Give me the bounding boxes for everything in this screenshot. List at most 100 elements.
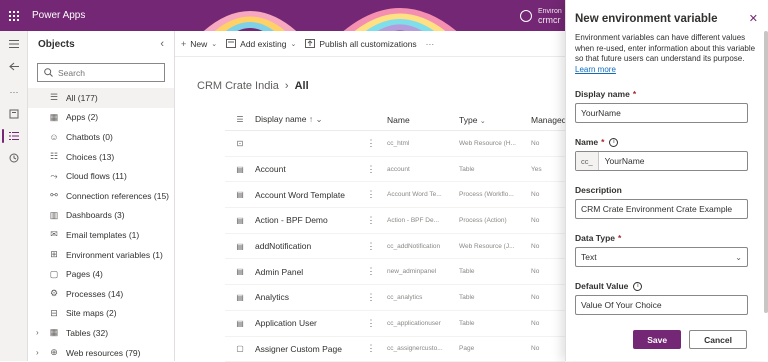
objects-list-item[interactable]: ☰All (177) bbox=[28, 88, 174, 108]
history-icon bbox=[9, 153, 19, 163]
objects-list-item[interactable]: ▦Apps (2) bbox=[28, 108, 174, 128]
objects-list: ☰All (177)▦Apps (2)☺Chatbots (0)☷Choices… bbox=[28, 88, 174, 362]
objects-title: Objects bbox=[38, 39, 75, 50]
breadcrumb-root[interactable]: CRM Crate India bbox=[197, 80, 279, 92]
add-existing-icon bbox=[226, 39, 236, 48]
row-more-icon[interactable]: ⋮ bbox=[355, 292, 387, 303]
back-button[interactable] bbox=[0, 55, 28, 77]
objects-list-item-label: Dashboards (3) bbox=[66, 210, 125, 220]
cancel-button[interactable]: Cancel bbox=[689, 330, 747, 349]
learn-more-link[interactable]: Learn more bbox=[575, 65, 616, 74]
row-more-icon[interactable]: ⋮ bbox=[355, 164, 387, 175]
cell-managed: No bbox=[531, 345, 561, 352]
cell-type: Process (Action) bbox=[459, 217, 531, 224]
table-header: ☰ Display name ↑ ⌄ Name Type ⌄ Managed bbox=[225, 109, 565, 131]
expand-chevron-icon[interactable]: › bbox=[36, 348, 46, 357]
table-row[interactable]: ▤Analytics⋮cc_analyticsTableNo bbox=[225, 285, 565, 311]
header-banner-art bbox=[190, 0, 510, 31]
collapse-pane-icon[interactable]: ‹ bbox=[160, 38, 164, 50]
objects-list-item[interactable]: ⚙Processes (14) bbox=[28, 284, 174, 304]
table-row[interactable]: ▤Account⋮accountTableYes bbox=[225, 157, 565, 183]
table-row[interactable]: ▢Assigner Custom Page⋮cc_assignercusto..… bbox=[225, 337, 565, 362]
col-name[interactable]: Name bbox=[387, 115, 459, 125]
table-row[interactable]: ▤Account Word Template⋮Account Word Te..… bbox=[225, 182, 565, 208]
display-name-field[interactable]: YourName bbox=[575, 103, 748, 123]
row-more-icon[interactable]: ⋮ bbox=[355, 343, 387, 354]
objects-list-item-label: Apps (2) bbox=[66, 112, 98, 122]
sitemap-icon: ⊟ bbox=[46, 308, 62, 319]
row-more-icon[interactable]: ⋮ bbox=[355, 215, 387, 226]
chatbot-icon: ☺ bbox=[46, 132, 62, 142]
panel-scrollbar[interactable] bbox=[764, 31, 768, 313]
rail-objects-button[interactable] bbox=[0, 125, 28, 147]
command-bar: + New ⌄ Add existing ⌄ Publish all custo… bbox=[175, 31, 565, 57]
col-display-name[interactable]: Display name ↑ ⌄ bbox=[255, 114, 355, 125]
objects-list-item[interactable]: ⤳Cloud flows (11) bbox=[28, 166, 174, 186]
close-icon[interactable]: ✕ bbox=[749, 12, 758, 25]
objects-list-item[interactable]: ›▦Tables (32) bbox=[28, 323, 174, 343]
cell-name: new_adminpanel bbox=[387, 268, 459, 275]
name-field[interactable]: cc_ YourName bbox=[575, 151, 748, 171]
more-commands-button[interactable]: ··· bbox=[426, 39, 435, 49]
info-icon[interactable]: i bbox=[633, 282, 642, 291]
cell-name: Action - BPF De... bbox=[387, 217, 459, 224]
cell-type: Table bbox=[459, 166, 531, 173]
row-more-icon[interactable]: ⋮ bbox=[355, 138, 387, 149]
search-input[interactable] bbox=[58, 68, 158, 78]
hamburger-button[interactable] bbox=[0, 33, 28, 55]
description-field[interactable]: CRM Crate Environment Crate Example bbox=[575, 199, 748, 219]
more-icon: ··· bbox=[426, 39, 435, 49]
col-managed[interactable]: Managed bbox=[531, 115, 561, 125]
publish-button[interactable]: Publish all customizations bbox=[305, 39, 416, 49]
more-button[interactable]: ··· bbox=[0, 81, 28, 103]
add-existing-button[interactable]: Add existing ⌄ bbox=[226, 39, 296, 49]
publish-label: Publish all customizations bbox=[319, 39, 416, 49]
objects-list-item[interactable]: ▥Dashboards (3) bbox=[28, 206, 174, 226]
objects-list-item[interactable]: ⚯Connection references (15) bbox=[28, 186, 174, 206]
col-type[interactable]: Type ⌄ bbox=[459, 115, 531, 125]
rail-history-button[interactable] bbox=[0, 147, 28, 169]
default-value-field[interactable]: Value Of Your Choice bbox=[575, 295, 748, 315]
default-value-label: Default Valuei bbox=[575, 281, 759, 291]
environment-switcher[interactable]: Environ crmcr bbox=[520, 0, 562, 31]
objects-list-item[interactable]: ☺Chatbots (0) bbox=[28, 127, 174, 147]
table-row[interactable]: ▤Action - BPF Demo⋮Action - BPF De...Pro… bbox=[225, 208, 565, 234]
email-icon: ✉ bbox=[46, 229, 62, 240]
left-nav-rail: ··· bbox=[0, 31, 28, 361]
cell-name: cc_assignercusto... bbox=[387, 345, 459, 352]
row-more-icon[interactable]: ⋮ bbox=[355, 266, 387, 277]
row-more-icon[interactable]: ⋮ bbox=[355, 241, 387, 252]
environment-name: crmcr bbox=[538, 16, 562, 25]
table-row[interactable]: ▤Application User⋮cc_applicationuserTabl… bbox=[225, 311, 565, 337]
data-type-dropdown[interactable]: Text ⌄ bbox=[575, 247, 748, 267]
objects-list-item-label: Cloud flows (11) bbox=[66, 171, 127, 181]
save-button[interactable]: Save bbox=[633, 330, 681, 349]
table-row[interactable]: ⊡⋮cc_htmlWeb Resource (H...No bbox=[225, 131, 565, 157]
objects-list-item-label: Email templates (1) bbox=[66, 230, 139, 240]
objects-list-item[interactable]: ☷Choices (13) bbox=[28, 147, 174, 167]
objects-list-item[interactable]: ✉ Email templates (1) bbox=[28, 225, 174, 245]
objects-search[interactable] bbox=[37, 63, 165, 82]
table-row[interactable]: ▤Admin Panel⋮new_adminpanelTableNo bbox=[225, 259, 565, 285]
app-launcher-button[interactable] bbox=[0, 0, 28, 31]
objects-list-item[interactable]: ▢Pages (4) bbox=[28, 264, 174, 284]
new-button[interactable]: + New ⌄ bbox=[181, 39, 217, 49]
cell-display-name: Account bbox=[255, 164, 355, 174]
rail-overview-button[interactable] bbox=[0, 103, 28, 125]
objects-list-item[interactable]: ›⊕Web resources (79) bbox=[28, 343, 174, 362]
objects-list-item[interactable]: ⊞Environment variables (1) bbox=[28, 245, 174, 265]
objects-list-item[interactable]: ⊟ Site maps (2) bbox=[28, 304, 174, 324]
breadcrumb-separator-icon: › bbox=[285, 80, 289, 92]
row-more-icon[interactable]: ⋮ bbox=[355, 318, 387, 329]
info-icon[interactable]: i bbox=[609, 138, 618, 147]
expand-chevron-icon[interactable]: › bbox=[36, 328, 46, 337]
row-more-icon[interactable]: ⋮ bbox=[355, 189, 387, 200]
select-all-icon[interactable]: ☰ bbox=[225, 115, 255, 124]
app-title[interactable]: Power Apps bbox=[32, 10, 85, 21]
add-existing-label: Add existing bbox=[240, 39, 286, 49]
objects-icon bbox=[9, 131, 19, 141]
objects-list-item-label: Site maps (2) bbox=[66, 308, 117, 318]
name-label: Name*i bbox=[575, 137, 759, 147]
data-type-label: Data Type* bbox=[575, 233, 759, 243]
table-row[interactable]: ▤addNotification⋮cc_addNotificationWeb R… bbox=[225, 234, 565, 260]
